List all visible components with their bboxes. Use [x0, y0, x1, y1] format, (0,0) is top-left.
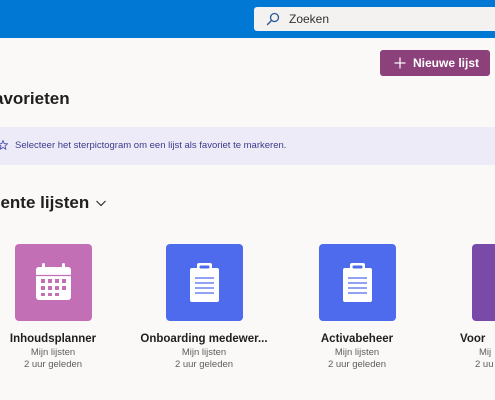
list-modified-time: 2 uur geleden: [327, 359, 387, 370]
favorites-info-text: Selecteer het sterpictogram om een lijst…: [15, 140, 287, 151]
list-owner: Mijn lijsten: [30, 347, 76, 358]
list-tile[interactable]: [319, 244, 396, 321]
plus-icon: [394, 57, 406, 69]
favorites-info-bar: Selecteer het sterpictogram om een lijst…: [0, 127, 495, 165]
new-list-button[interactable]: Nieuwe lijst: [380, 50, 490, 76]
list-modified-time: 2 uur geleden: [23, 359, 83, 370]
chevron-down-icon[interactable]: [94, 196, 108, 210]
list-card-clip: Voor Mij 2 uu: [445, 244, 495, 384]
favorites-heading: avorieten: [0, 89, 70, 108]
search-icon: [266, 12, 280, 26]
calendar-icon: [36, 263, 71, 300]
list-card[interactable]: Onboarding medewer... Mijn lijsten 2 uur…: [139, 244, 269, 384]
list-owner: Mij: [479, 347, 492, 358]
new-list-button-label: Nieuwe lijst: [413, 56, 480, 70]
list-modified-time: 2 uu: [475, 359, 494, 370]
list-tile[interactable]: [166, 244, 243, 321]
list-owner: Mijn lijsten: [181, 347, 227, 358]
list-title: Activabeheer: [320, 333, 394, 345]
list-tile[interactable]: [472, 244, 495, 321]
list-card[interactable]: Activabeheer Mijn lijsten 2 uur geleden: [292, 244, 422, 384]
list-card[interactable]: Voor Mij 2 uu: [445, 244, 495, 384]
search-placeholder: Zoeken: [289, 12, 330, 26]
list-title: Voor: [460, 333, 486, 345]
list-icon: [472, 244, 495, 321]
search-input[interactable]: Zoeken: [254, 7, 495, 31]
star-icon: [0, 140, 8, 150]
app-header: Zoeken: [0, 0, 495, 38]
list-modified-time: 2 uur geleden: [174, 359, 234, 370]
list-owner: Mijn lijsten: [334, 347, 380, 358]
list-tile[interactable]: [15, 244, 92, 321]
list-card[interactable]: Inhoudsplanner Mijn lijsten 2 uur gelede…: [0, 244, 118, 384]
list-title: Onboarding medewer...: [140, 333, 268, 345]
list-title: Inhoudsplanner: [9, 333, 97, 345]
recent-lists-heading: cente lijsten: [0, 193, 90, 212]
clipboard-icon: [343, 263, 372, 302]
clipboard-icon: [190, 263, 219, 302]
